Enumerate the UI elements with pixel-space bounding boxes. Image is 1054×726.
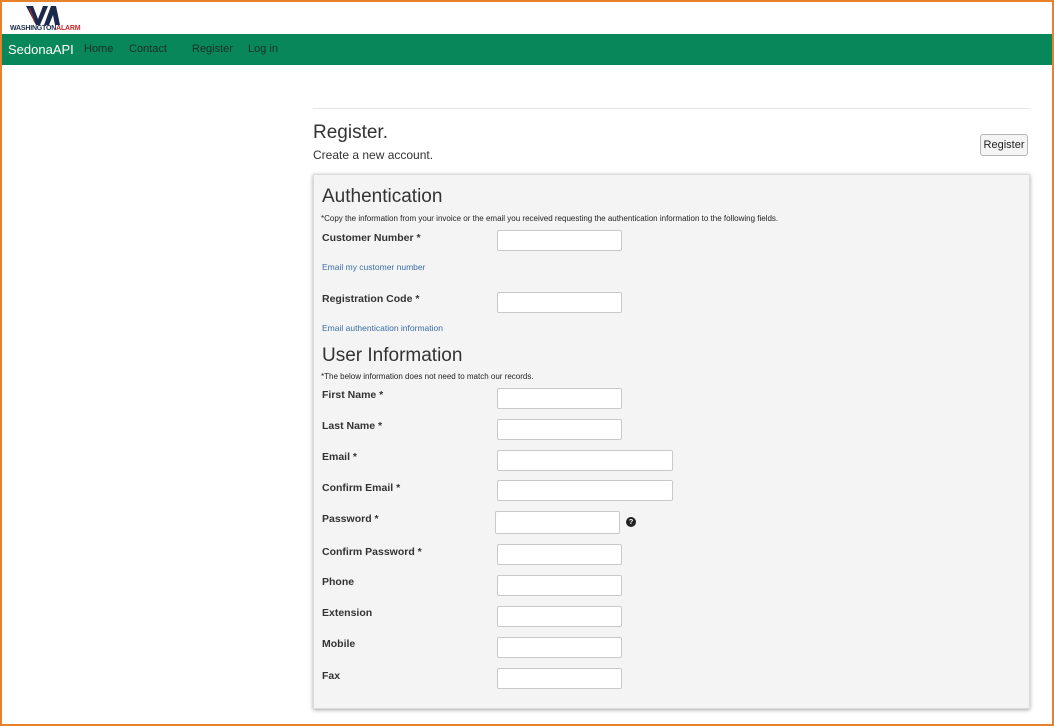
email-label: Email * [322, 451, 358, 463]
confirm-email-input[interactable] [497, 480, 673, 501]
logo-word-alarm: ALARM [56, 25, 81, 32]
phone-input[interactable] [497, 575, 622, 596]
confirm-password-input[interactable] [497, 544, 622, 565]
mobile-label: Mobile [322, 638, 356, 650]
washington-alarm-logo[interactable]: WASHINGTONALARM [10, 6, 90, 34]
registration-form-panel [313, 174, 1030, 709]
registration-code-input[interactable] [497, 292, 622, 313]
phone-label: Phone [322, 576, 355, 588]
first-name-input[interactable] [497, 388, 622, 409]
customer-number-input[interactable] [497, 230, 622, 251]
password-label: Password * [322, 513, 379, 525]
question-circle-icon[interactable]: ? [626, 517, 636, 527]
user-information-heading: User Information [322, 345, 463, 366]
authentication-heading: Authentication [322, 186, 443, 207]
nav-link-home[interactable]: Home [84, 43, 113, 55]
first-name-label: First Name * [322, 389, 384, 401]
last-name-input[interactable] [497, 419, 622, 440]
page-subtitle: Create a new account. [313, 148, 434, 162]
fax-input[interactable] [497, 668, 622, 689]
logo-mark-icon [26, 6, 60, 25]
customer-number-label: Customer Number * [322, 232, 421, 244]
logo-word-washington: WASHINGTON [10, 25, 57, 32]
page-title: Register. [313, 122, 388, 143]
extension-input[interactable] [497, 606, 622, 627]
register-button[interactable]: Register [980, 134, 1028, 156]
registration-code-label: Registration Code * [322, 293, 420, 305]
password-input[interactable] [495, 511, 620, 534]
confirm-email-label: Confirm Email * [322, 482, 401, 494]
authentication-note: *Copy the information from your invoice … [321, 214, 779, 223]
email-authentication-link[interactable]: Email authentication information [322, 323, 443, 333]
nav-link-register[interactable]: Register [192, 43, 233, 55]
mobile-input[interactable] [497, 637, 622, 658]
extension-label: Extension [322, 607, 373, 619]
logo-text: WASHINGTONALARM [10, 25, 81, 32]
nav-link-contact[interactable]: Contact [129, 43, 167, 55]
email-input[interactable] [497, 450, 673, 471]
logo-bar: WASHINGTONALARM [2, 2, 1052, 34]
brand-link[interactable]: SedonaAPI [8, 42, 74, 57]
fax-label: Fax [322, 670, 341, 682]
last-name-label: Last Name * [322, 420, 383, 432]
confirm-password-label: Confirm Password * [322, 546, 422, 558]
header-divider [313, 108, 1030, 109]
navbar: SedonaAPI Home Contact Register Log in [2, 34, 1052, 65]
email-customer-number-link[interactable]: Email my customer number [322, 262, 425, 272]
user-information-note: *The below information does not need to … [321, 372, 534, 381]
nav-link-login[interactable]: Log in [248, 43, 278, 55]
